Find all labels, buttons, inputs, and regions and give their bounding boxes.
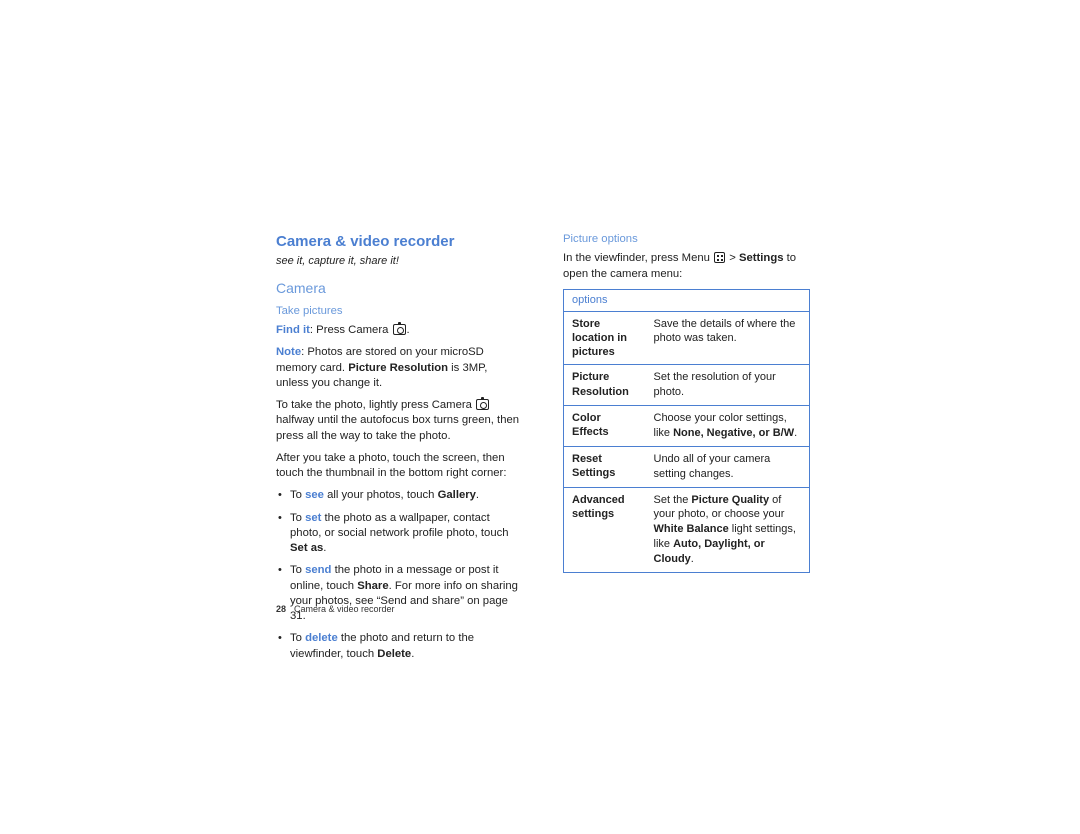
find-it-line: Find it: Press Camera . xyxy=(276,323,523,338)
note-bold: Picture Resolution xyxy=(348,362,448,374)
right-column: Picture options In the viewfinder, press… xyxy=(563,232,810,669)
picture-options-heading: Picture options xyxy=(563,232,810,247)
row-desc: Set the Picture Quality of your photo, o… xyxy=(646,487,810,572)
li-post: . xyxy=(411,648,414,660)
menu-icon xyxy=(714,252,725,263)
table-row: Store location in pictures Save the deta… xyxy=(564,311,810,365)
camera-icon xyxy=(393,324,406,335)
note-label: Note xyxy=(276,346,301,358)
row-desc: Undo all of your camera setting changes. xyxy=(646,446,810,487)
table-row: Picture Resolution Set the resolution of… xyxy=(564,365,810,406)
row-desc: Choose your color settings, like None, N… xyxy=(646,406,810,447)
table-row: Reset Settings Undo all of your camera s… xyxy=(564,446,810,487)
table-row: Advanced settings Set the Picture Qualit… xyxy=(564,487,810,572)
page-title: Camera & video recorder xyxy=(276,232,523,252)
table-row: Color Effects Choose your color settings… xyxy=(564,406,810,447)
li-action: delete xyxy=(305,632,338,644)
row-label: Advanced settings xyxy=(564,487,646,572)
manual-page: Camera & video recorder see it, capture … xyxy=(0,0,1080,834)
li-action: send xyxy=(305,564,331,576)
intro-b: > xyxy=(726,252,739,264)
page-footer: 28 Camera & video recorder xyxy=(276,604,395,614)
findit-label: Find it xyxy=(276,324,310,336)
li-mid: the photo as a wallpaper, contact photo,… xyxy=(290,512,509,539)
tagline: see it, capture it, share it! xyxy=(276,254,523,269)
after-photo-paragraph: After you take a photo, touch the screen… xyxy=(276,451,523,482)
li-bold: Delete xyxy=(377,648,411,660)
findit-dot: . xyxy=(407,324,410,336)
page-number: 28 xyxy=(276,604,286,614)
li-pre: To xyxy=(290,632,305,644)
desc-bold: Picture Quality xyxy=(691,494,769,506)
findit-text: : Press Camera xyxy=(310,324,392,336)
row-label: Reset Settings xyxy=(564,446,646,487)
row-label: Store location in pictures xyxy=(564,311,646,365)
li-action: set xyxy=(305,512,321,524)
row-desc: Set the resolution of your photo. xyxy=(646,365,810,406)
li-bold: Gallery xyxy=(438,489,476,501)
bullet-list: To see all your photos, touch Gallery. T… xyxy=(276,488,523,662)
row-desc: Save the details of where the photo was … xyxy=(646,311,810,365)
intro-a: In the viewfinder, press Menu xyxy=(563,252,713,264)
table-header: options xyxy=(564,289,810,311)
viewfinder-intro: In the viewfinder, press Menu > Settings… xyxy=(563,251,810,282)
list-item: To see all your photos, touch Gallery. xyxy=(276,488,523,503)
take-b: halfway until the autofocus box turns gr… xyxy=(276,414,519,441)
li-bold: Set as xyxy=(290,542,323,554)
li-post: . xyxy=(323,542,326,554)
li-mid: all your photos, touch xyxy=(324,489,438,501)
desc-b3: . xyxy=(691,553,694,565)
li-bold: Share xyxy=(357,580,388,592)
note-paragraph: Note: Photos are stored on your microSD … xyxy=(276,345,523,391)
desc-bold2: White Balance xyxy=(654,523,729,535)
list-item: To delete the photo and return to the vi… xyxy=(276,631,523,662)
li-pre: To xyxy=(290,564,305,576)
li-action: see xyxy=(305,489,324,501)
footer-section: Camera & video recorder xyxy=(294,604,395,614)
desc-bold: None, Negative, or B/W xyxy=(673,427,794,439)
options-table: options Store location in pictures Save … xyxy=(563,289,810,573)
li-pre: To xyxy=(290,512,305,524)
list-item: To set the photo as a wallpaper, contact… xyxy=(276,511,523,557)
desc-b: . xyxy=(794,427,797,439)
take-photo-paragraph: To take the photo, lightly press Camera … xyxy=(276,398,523,444)
camera-icon xyxy=(476,399,489,410)
take-a: To take the photo, lightly press Camera xyxy=(276,399,475,411)
list-item: To send the photo in a message or post i… xyxy=(276,563,523,624)
row-label: Color Effects xyxy=(564,406,646,447)
desc-a: Set the xyxy=(654,494,692,506)
li-post: . xyxy=(476,489,479,501)
row-label: Picture Resolution xyxy=(564,365,646,406)
take-pictures-heading: Take pictures xyxy=(276,304,523,319)
camera-heading: Camera xyxy=(276,279,523,298)
intro-settings: Settings xyxy=(739,252,784,264)
li-pre: To xyxy=(290,489,305,501)
